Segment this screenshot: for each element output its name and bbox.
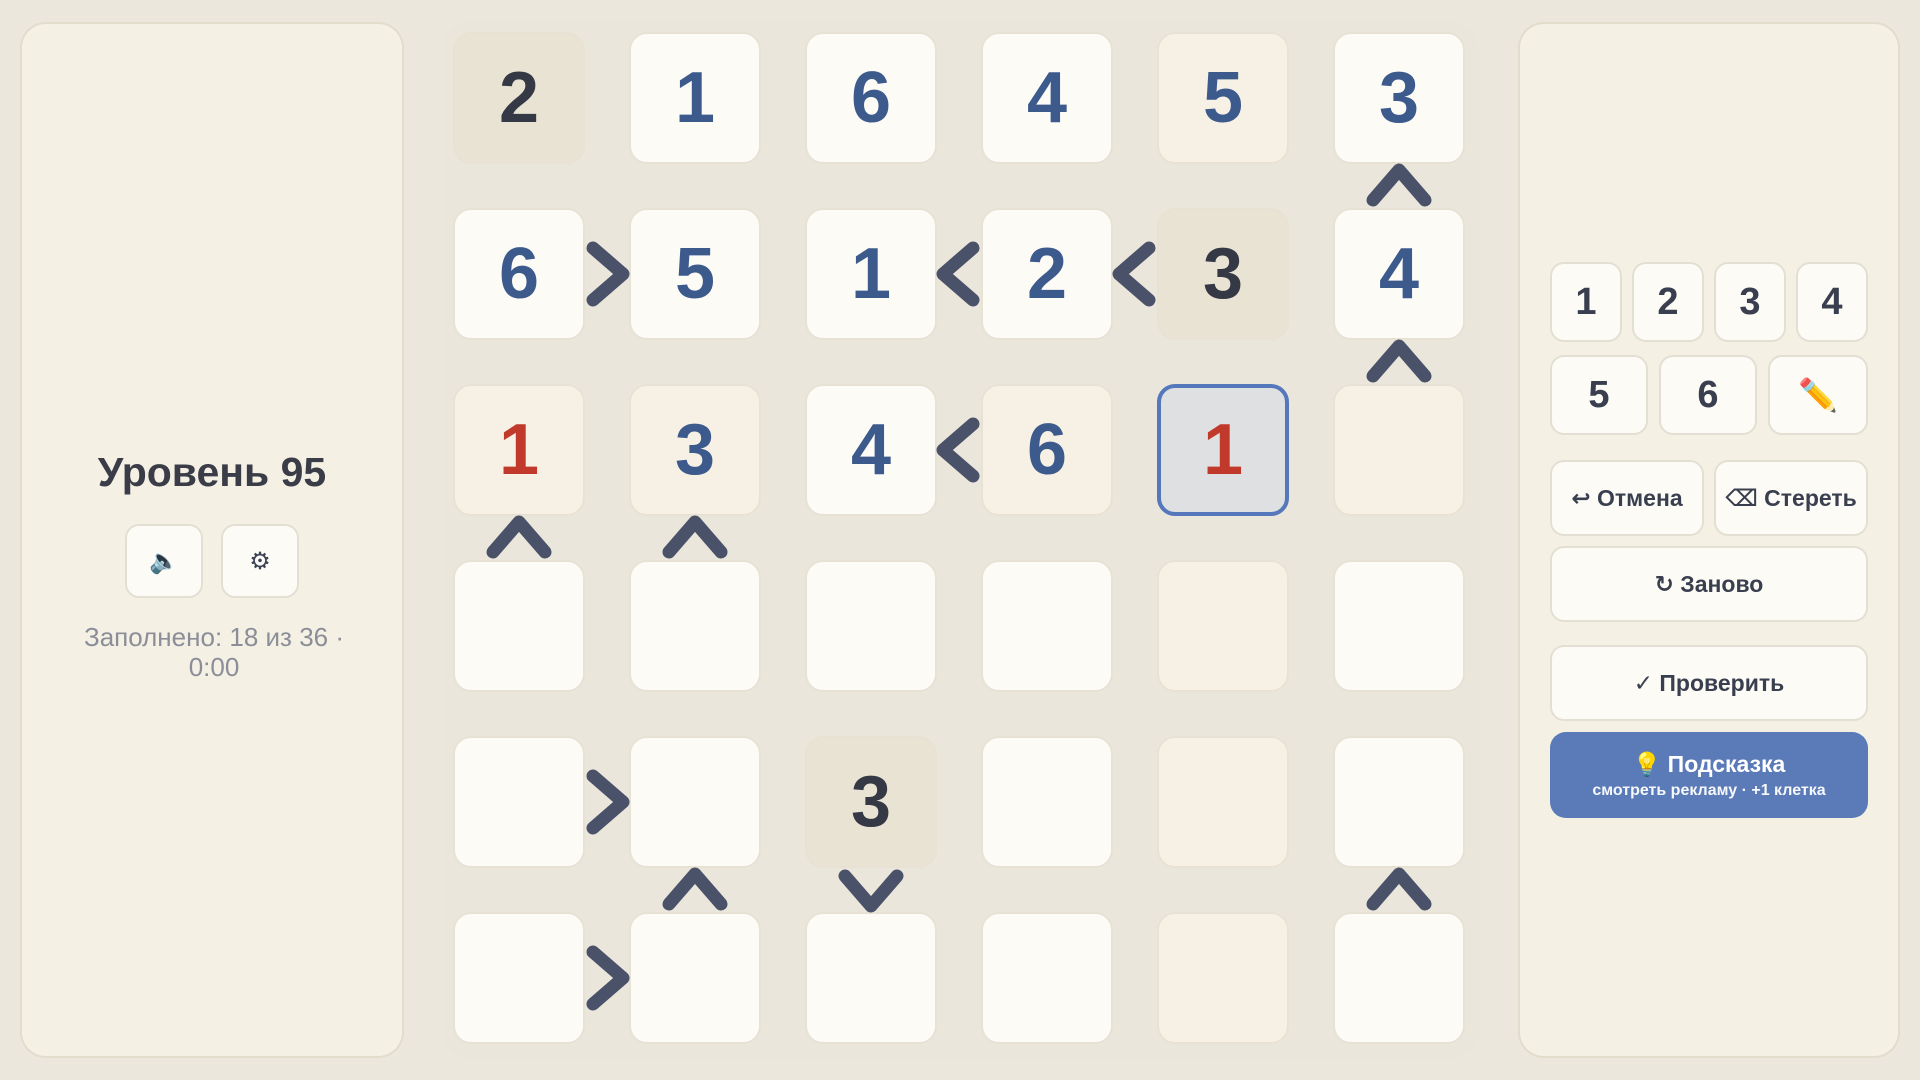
hint-button[interactable]: 💡 Подсказка смотреть рекламу · +1 клетка — [1550, 732, 1868, 818]
grid-cell-r1-c2[interactable]: 1 — [629, 32, 761, 164]
less-than-sign — [936, 241, 980, 307]
grid-cell-r2-c4[interactable]: 2 — [981, 208, 1113, 340]
undo-button[interactable]: ↩ Отмена — [1550, 460, 1704, 536]
grid-cell-r4-c4[interactable] — [981, 560, 1113, 692]
grid-cell-r2-c1[interactable]: 6 — [453, 208, 585, 340]
check-button[interactable]: ✓ Проверить — [1550, 645, 1868, 721]
pencil-button[interactable]: ✏️ — [1768, 355, 1868, 435]
grid-cell-r3-c5[interactable]: 1 — [1157, 384, 1289, 516]
grid-cell-r5-c6[interactable] — [1333, 736, 1465, 868]
hint-title: 💡 Подсказка — [1632, 750, 1786, 777]
greater-than-sign — [586, 241, 630, 307]
up-arrow-sign — [486, 515, 552, 559]
grid-cell-r5-c1[interactable] — [453, 736, 585, 868]
up-arrow-sign — [1366, 163, 1432, 207]
grid-cell-r4-c3[interactable] — [805, 560, 937, 692]
grid-cell-r6-c6[interactable] — [1333, 912, 1465, 1044]
number-button-6[interactable]: 6 — [1659, 355, 1757, 435]
erase-button[interactable]: ⌫ Стереть — [1714, 460, 1868, 536]
greater-than-sign — [586, 945, 630, 1011]
grid-cell-r4-c2[interactable] — [629, 560, 761, 692]
number-button-2[interactable]: 2 — [1632, 262, 1704, 342]
grid-cell-r5-c3[interactable]: 3 — [805, 736, 937, 868]
grid-cell-r6-c4[interactable] — [981, 912, 1113, 1044]
number-label: 3 — [1739, 280, 1761, 323]
number-button-3[interactable]: 3 — [1714, 262, 1786, 342]
grid-cell-r6-c1[interactable] — [453, 912, 585, 1044]
pencil-icon: ✏️ — [1798, 377, 1838, 413]
grid-cell-r6-c3[interactable] — [805, 912, 937, 1044]
grid-cell-r2-c2[interactable]: 5 — [629, 208, 761, 340]
grid-cell-r6-c5[interactable] — [1157, 912, 1289, 1044]
hint-subtitle: смотреть рекламу · +1 клетка — [1592, 781, 1826, 799]
grid-cell-r5-c5[interactable] — [1157, 736, 1289, 868]
grid-cell-r3-c6[interactable] — [1333, 384, 1465, 516]
grid-cell-r1-c5[interactable]: 5 — [1157, 32, 1289, 164]
grid-cell-r2-c5[interactable]: 3 — [1157, 208, 1289, 340]
settings-button[interactable]: ⚙ — [221, 524, 299, 598]
up-arrow-sign — [662, 867, 728, 911]
grid-cell-r4-c5[interactable] — [1157, 560, 1289, 692]
progress-status: Заполнено: 18 из 36 · 0:00 — [84, 622, 344, 682]
number-label: 5 — [1588, 373, 1610, 416]
speaker-icon: 🔈 — [149, 547, 179, 575]
grid-cell-r3-c3[interactable]: 4 — [805, 384, 937, 516]
number-label: 2 — [1657, 280, 1679, 323]
up-arrow-sign — [662, 515, 728, 559]
up-arrow-sign — [1366, 867, 1432, 911]
number-label: 6 — [1697, 373, 1719, 416]
grid-cell-r4-c1[interactable] — [453, 560, 585, 692]
less-than-sign — [1112, 241, 1156, 307]
grid-cell-r4-c6[interactable] — [1333, 560, 1465, 692]
grid-cell-r1-c1[interactable]: 2 — [453, 32, 585, 164]
grid-cell-r6-c2[interactable] — [629, 912, 761, 1044]
down-arrow-sign — [838, 869, 904, 913]
grid-cell-r3-c2[interactable]: 3 — [629, 384, 761, 516]
grid-cell-r3-c4[interactable]: 6 — [981, 384, 1113, 516]
puzzle-board: 216453651234134613 — [443, 22, 1479, 1058]
restart-button[interactable]: ↻ Заново — [1550, 546, 1868, 622]
grid-cell-r5-c4[interactable] — [981, 736, 1113, 868]
grid-cell-r1-c4[interactable]: 4 — [981, 32, 1113, 164]
grid-cell-r3-c1[interactable]: 1 — [453, 384, 585, 516]
number-button-4[interactable]: 4 — [1796, 262, 1868, 342]
grid-cell-r1-c3[interactable]: 6 — [805, 32, 937, 164]
number-label: 4 — [1821, 280, 1843, 323]
up-arrow-sign — [1366, 339, 1432, 383]
grid-cell-r5-c2[interactable] — [629, 736, 761, 868]
left-panel: Уровень 95 🔈 ⚙ Заполнено: 18 из 36 · 0:0… — [20, 22, 404, 1058]
level-title: Уровень 95 — [97, 449, 327, 495]
grid-cell-r1-c6[interactable]: 3 — [1333, 32, 1465, 164]
gear-icon: ⚙ — [249, 547, 271, 575]
grid-cell-r2-c6[interactable]: 4 — [1333, 208, 1465, 340]
grid-cell-r2-c3[interactable]: 1 — [805, 208, 937, 340]
right-panel — [1518, 22, 1900, 1058]
greater-than-sign — [586, 769, 630, 835]
less-than-sign — [936, 417, 980, 483]
number-button-1[interactable]: 1 — [1550, 262, 1622, 342]
sound-button[interactable]: 🔈 — [125, 524, 203, 598]
number-button-5[interactable]: 5 — [1550, 355, 1648, 435]
number-label: 1 — [1575, 280, 1597, 323]
